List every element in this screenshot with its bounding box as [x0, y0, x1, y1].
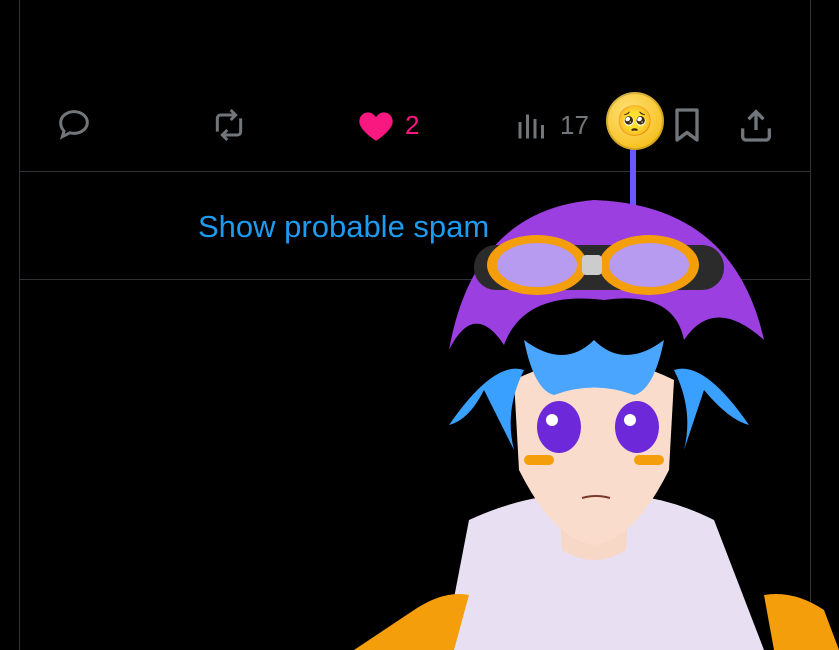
vtuber-avatar — [354, 200, 839, 650]
repost-button[interactable] — [208, 95, 250, 155]
repost-icon — [215, 108, 243, 142]
reply-icon — [59, 110, 89, 140]
left-eye — [537, 401, 581, 453]
reply-button[interactable] — [54, 95, 94, 155]
jacket-right — [764, 594, 839, 650]
jacket-left — [354, 594, 469, 650]
right-eye — [615, 401, 659, 453]
